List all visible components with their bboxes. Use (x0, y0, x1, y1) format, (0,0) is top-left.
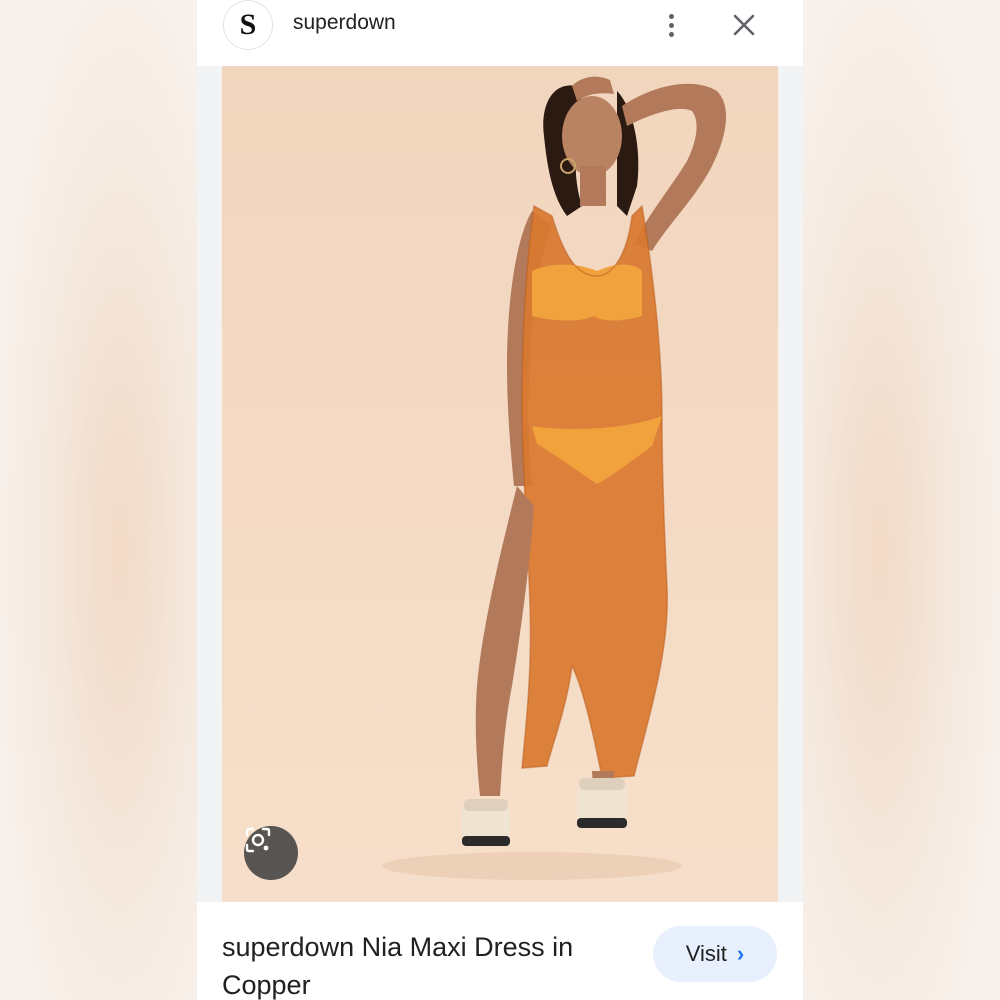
image-area (197, 66, 803, 902)
close-icon[interactable] (729, 10, 759, 40)
preview-header: S superdown (197, 0, 803, 66)
visit-label: Visit (685, 941, 727, 966)
google-lens-icon[interactable] (244, 826, 298, 880)
model-illustration (382, 76, 727, 880)
chevron-right-icon: › (736, 941, 745, 966)
product-title[interactable]: superdown Nia Maxi Dress in Copper (222, 928, 622, 1000)
site-avatar-letter: S (239, 8, 257, 41)
site-avatar[interactable]: S (223, 0, 273, 50)
visit-button[interactable]: Visit › (653, 926, 777, 982)
background-blur-right (800, 0, 1000, 1000)
more-vert-icon[interactable] (659, 8, 683, 42)
site-name[interactable]: superdown (293, 11, 396, 35)
background-blur-left (0, 0, 200, 1000)
image-preview-panel: S superdown superdown Nia Maxi Dress in … (197, 0, 803, 1000)
product-photo[interactable] (222, 66, 778, 902)
result-footer: superdown Nia Maxi Dress in Copper Visit… (197, 902, 803, 1000)
